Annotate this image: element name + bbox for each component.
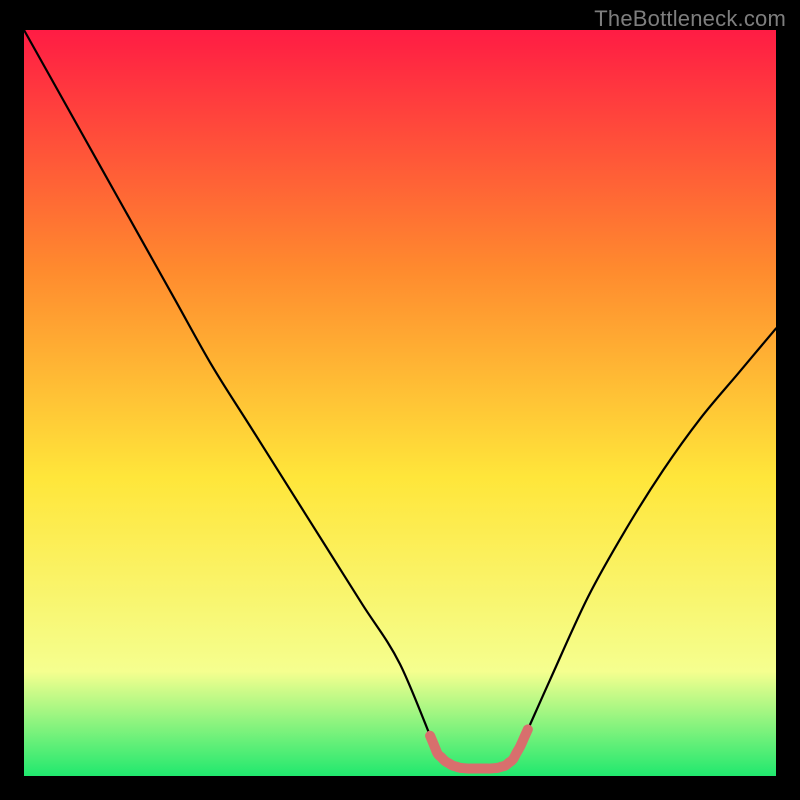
watermark-label: TheBottleneck.com xyxy=(594,6,786,32)
bottleneck-chart xyxy=(0,0,800,800)
chart-canvas: TheBottleneck.com xyxy=(0,0,800,800)
